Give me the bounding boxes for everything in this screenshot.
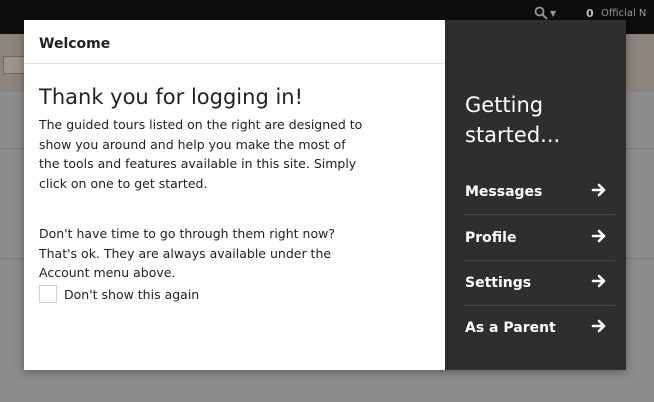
text-line: Don't have time to go through them right… <box>39 226 335 241</box>
dont-show-again-checkbox[interactable] <box>39 285 57 303</box>
text-line: Account menu above. <box>39 265 176 280</box>
tour-label: Settings <box>465 275 532 291</box>
welcome-modal: Welcome × Thank you for logging in! The … <box>24 20 626 370</box>
divider <box>463 214 615 215</box>
tour-label: Messages <box>465 184 543 200</box>
text-line: The guided tours listed on the right are… <box>39 117 363 132</box>
tour-as-a-parent[interactable]: As a Parent <box>445 306 626 351</box>
tour-settings[interactable]: Settings <box>445 261 626 306</box>
arrow-right-icon <box>591 274 606 288</box>
dont-show-again-label[interactable]: Don't show this again <box>64 287 199 302</box>
text-line: click on one to get started. <box>39 175 208 191</box>
welcome-heading: Thank you for logging in! <box>39 85 304 109</box>
menu-icon <box>3 56 25 74</box>
text-line: show you around and help you make the mo… <box>39 136 346 152</box>
arrow-right-icon <box>591 229 606 243</box>
arrow-right-icon <box>591 319 606 333</box>
official-name-link[interactable]: Official N <box>601 8 646 19</box>
tour-label: As a Parent <box>465 320 556 336</box>
getting-started-panel: Getting started... Messages Profile Sett… <box>445 20 626 370</box>
text-line: That's ok. They are always available und… <box>39 245 332 261</box>
arrow-right-icon <box>591 183 606 197</box>
intro-paragraph: The guided tours listed on the right are… <box>39 115 409 193</box>
modal-body: Thank you for logging in! The guided tou… <box>24 64 445 370</box>
getting-started-title: Getting started... <box>465 90 615 150</box>
notification-count[interactable]: 0 <box>586 7 594 20</box>
tour-label: Profile <box>465 230 517 246</box>
later-paragraph: Don't have time to go through them right… <box>39 224 409 283</box>
modal-title: Welcome <box>39 36 111 52</box>
text-line: the tools and features available in this… <box>39 156 357 171</box>
title-line: started... <box>465 123 561 147</box>
tour-profile[interactable]: Profile <box>445 216 626 261</box>
caret-down-icon: ▼ <box>550 9 557 18</box>
tour-messages[interactable]: Messages <box>445 170 626 215</box>
title-line: Getting <box>465 93 544 117</box>
